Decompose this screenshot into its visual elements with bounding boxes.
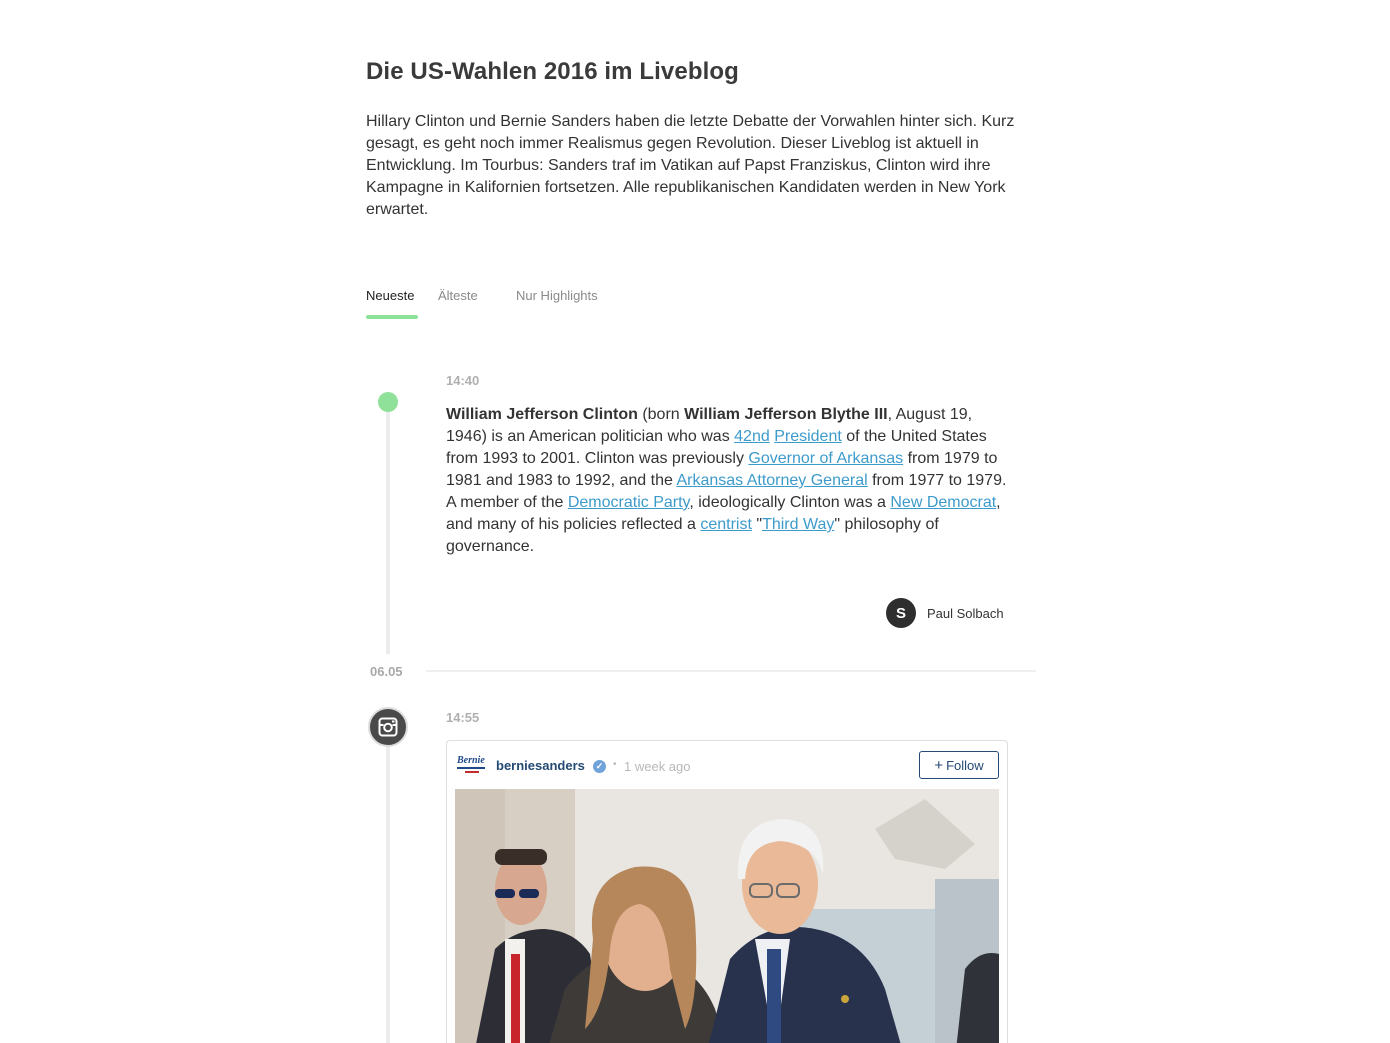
plus-icon: + xyxy=(934,756,944,774)
link-centrist[interactable]: centrist xyxy=(700,516,752,533)
separator-dot: • xyxy=(613,759,617,770)
link-new-democrat[interactable]: New Democrat xyxy=(890,494,996,511)
link-arkansas-attorney-general[interactable]: Arkansas Attorney General xyxy=(676,472,867,489)
timeline-line xyxy=(386,745,390,1043)
follow-button[interactable]: + Follow xyxy=(919,751,999,779)
intro-text: Hillary Clinton und Bernie Sanders haben… xyxy=(366,113,1015,218)
bold-text: William Jefferson Blythe III xyxy=(684,406,888,423)
embed-header: Bernie berniesanders ✓ • 1 week ago + Fol… xyxy=(447,741,1007,789)
link-third-way[interactable]: Third Way xyxy=(762,516,834,533)
date-divider xyxy=(426,670,1036,672)
tab-highlights-only[interactable]: Nur Highlights xyxy=(516,288,598,303)
follow-label: Follow xyxy=(946,757,984,773)
post-body: William Jefferson Clinton (born William … xyxy=(446,406,1007,555)
date-separator: 06.05 xyxy=(370,664,403,679)
link-governor-of-arkansas[interactable]: Governor of Arkansas xyxy=(748,450,903,467)
tab-newest[interactable]: Neueste xyxy=(366,288,414,303)
post-author: S Paul Solbach xyxy=(886,598,1004,628)
timeline-marker xyxy=(378,392,398,412)
active-tab-indicator xyxy=(366,315,418,319)
post-time: 14:40 xyxy=(446,373,480,388)
posted-ago[interactable]: 1 week ago xyxy=(624,759,691,774)
author-name: Paul Solbach xyxy=(927,605,1004,621)
bold-text: William Jefferson Clinton xyxy=(446,406,638,423)
instagram-photo[interactable] xyxy=(455,789,999,1043)
profile-logo[interactable]: Bernie xyxy=(457,756,487,774)
link-42nd[interactable]: 42nd xyxy=(734,428,770,445)
instagram-icon xyxy=(368,707,408,747)
instagram-username[interactable]: berniesanders xyxy=(496,758,585,773)
instagram-embed: Bernie berniesanders ✓ • 1 week ago + Fol… xyxy=(446,740,1008,1043)
avatar: S xyxy=(886,598,916,628)
link-president[interactable]: President xyxy=(774,428,842,445)
tab-oldest[interactable]: Älteste xyxy=(438,288,478,303)
link-democratic-party[interactable]: Democratic Party xyxy=(568,494,690,511)
verified-badge-icon: ✓ xyxy=(593,760,606,773)
timeline-line xyxy=(386,404,390,654)
page-title: Die US-Wahlen 2016 im Liveblog xyxy=(366,58,739,85)
post-time: 14:55 xyxy=(446,710,480,725)
